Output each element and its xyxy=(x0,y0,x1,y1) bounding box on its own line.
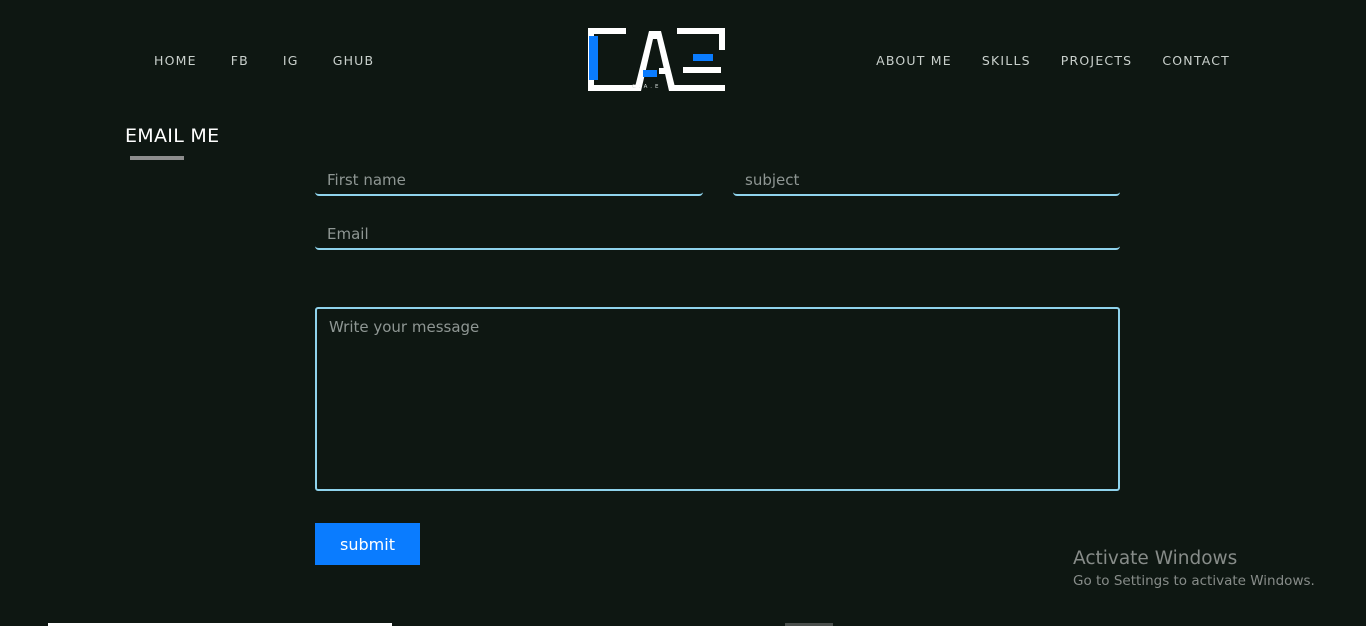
subject-field-wrapper xyxy=(733,160,1120,196)
nav-link-fb[interactable]: FB xyxy=(231,53,249,69)
nav-link-ig[interactable]: IG xyxy=(283,53,299,69)
nav-link-home[interactable]: HOME xyxy=(154,53,197,69)
message-field-wrapper xyxy=(315,307,1120,491)
nav-right: ABOUT ME SKILLS PROJECTS CONTACT xyxy=(876,53,1230,69)
section-title: EMAIL ME xyxy=(125,125,220,147)
activate-windows-subtitle: Go to Settings to activate Windows. xyxy=(1073,573,1315,589)
first-name-field-wrapper xyxy=(315,160,703,196)
subject-input[interactable] xyxy=(733,160,1120,194)
first-name-input[interactable] xyxy=(315,160,703,194)
nav-link-projects[interactable]: PROJECTS xyxy=(1061,53,1133,69)
activate-windows-title: Activate Windows xyxy=(1073,548,1238,569)
nav-link-ghub[interactable]: GHUB xyxy=(333,53,375,69)
nav-link-skills[interactable]: SKILLS xyxy=(982,53,1031,69)
message-textarea[interactable] xyxy=(317,309,1118,489)
submit-button[interactable]: submit xyxy=(315,523,420,565)
logo-subtext: C.A.E xyxy=(632,84,662,90)
email-field-wrapper xyxy=(315,214,1120,250)
email-input[interactable] xyxy=(315,214,1120,248)
contact-page: HOME FB IG GHUB C.A.E ABOUT ME SKILLS PR… xyxy=(0,0,1366,626)
nav-left: HOME FB IG GHUB xyxy=(154,53,374,69)
nav-link-about-me[interactable]: ABOUT ME xyxy=(876,53,952,69)
nav-link-contact[interactable]: CONTACT xyxy=(1162,53,1230,69)
title-underline xyxy=(130,156,184,160)
